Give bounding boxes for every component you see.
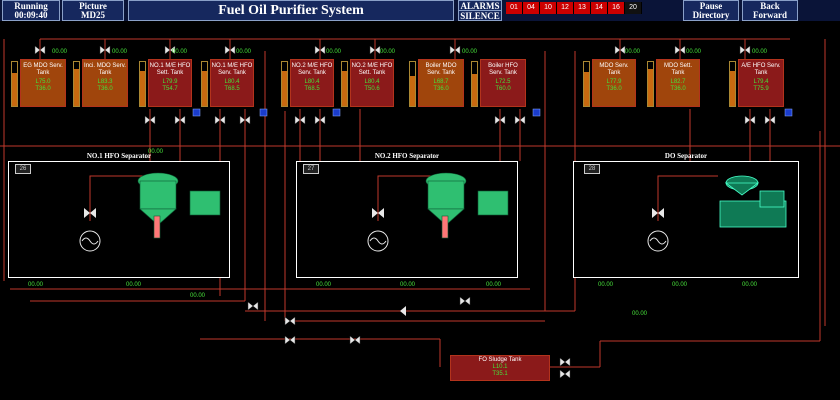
mimic-panel: EG MDO Serv. Tank L75.0 T36.0 Inci. MDO Ser… — [0, 21, 840, 400]
alarm-indicator-10[interactable]: 10 — [540, 2, 557, 14]
flow-readout: 00.00 — [486, 282, 502, 288]
separator-do-machine — [719, 175, 787, 228]
alarm-indicator-16[interactable]: 16 — [608, 2, 625, 14]
header-bar: Running 00:09:40 Picture MD25 Fuel Oil P… — [0, 0, 840, 21]
running-box: Running 00:09:40 — [2, 0, 60, 21]
flow-readout: 00.00 — [326, 49, 342, 55]
flow-readout: 00.00 — [742, 282, 758, 288]
flow-readout: 00.00 — [380, 49, 396, 55]
page-title: Fuel Oil Purifier System — [128, 0, 454, 21]
alarm-indicator-01[interactable]: 01 — [506, 2, 523, 14]
flow-readout: 00.00 — [172, 49, 188, 55]
flow-readout: 00.00 — [316, 282, 332, 288]
running-time: 00:09:40 — [14, 10, 48, 20]
flow-readout: 00.00 — [672, 282, 688, 288]
sludge-tank-temp: T35.1 — [492, 371, 508, 377]
flow-readout: 00.00 — [190, 293, 206, 299]
flow-readout: 00.00 — [236, 49, 252, 55]
alarm-indicator-12[interactable]: 12 — [557, 2, 574, 14]
fo-sludge-tank[interactable]: FO Sludge Tank L10.1 T35.1 — [450, 355, 550, 381]
picture-box[interactable]: Picture MD25 — [62, 0, 124, 21]
picture-code: MD25 — [81, 10, 105, 20]
flow-readout: 00.00 — [752, 49, 768, 55]
silence-button[interactable]: SILENCE — [458, 10, 502, 21]
alarm-indicator-13[interactable]: 13 — [574, 2, 591, 14]
pause-directory-button[interactable]: Pause Directory — [683, 0, 739, 21]
flow-readout: 00.00 — [462, 49, 478, 55]
sludge-tank-name: FO Sludge Tank — [478, 357, 522, 363]
flow-readout: 00.00 — [28, 282, 44, 288]
separator-no2-machine — [425, 172, 509, 239]
alarm-indicator-14[interactable]: 14 — [591, 2, 608, 14]
back-forward-button[interactable]: Back Forward — [742, 0, 798, 21]
alarm-indicator-04[interactable]: 04 — [523, 2, 540, 14]
separator-no1-machine — [137, 172, 221, 239]
flow-readout: 00.00 — [632, 311, 648, 317]
flow-readout: 00.00 — [625, 49, 641, 55]
directory-label: Directory — [692, 10, 730, 20]
flow-readout: 00.00 — [598, 282, 614, 288]
separator-machines — [79, 172, 787, 252]
sludge-tank-level: L10.1 — [492, 364, 508, 370]
forward-label: Forward — [753, 10, 787, 20]
alarm-indicator-20[interactable]: 20 — [625, 2, 642, 14]
alarm-indicators: 01 04 10 12 13 14 16 20 — [506, 2, 642, 15]
flow-readout: 00.00 — [52, 49, 68, 55]
flow-readout: 00.00 — [400, 282, 416, 288]
flow-readout: 00.00 — [686, 49, 702, 55]
flow-readout: 00.00 — [148, 149, 164, 155]
flow-readout: 00.00 — [112, 49, 128, 55]
flow-readout: 00.00 — [126, 282, 142, 288]
